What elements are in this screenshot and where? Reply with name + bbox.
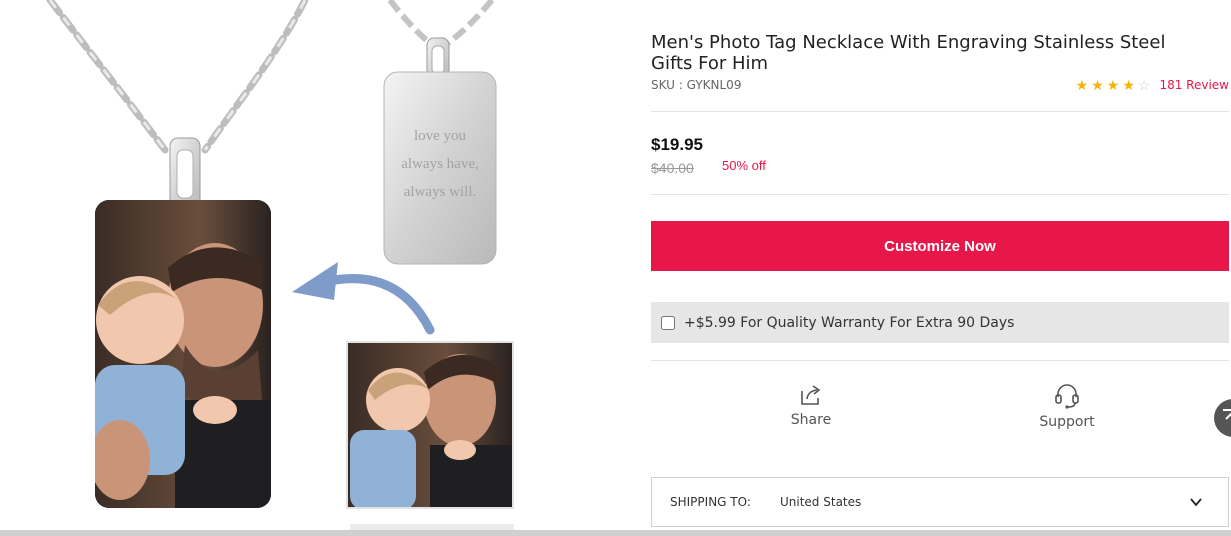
warranty-label[interactable]: +$5.99 For Quality Warranty For Extra 90… [684, 315, 1014, 331]
support-button[interactable]: Support [1007, 382, 1127, 430]
engraving-line-2: always have, [401, 156, 478, 172]
product-title: Men's Photo Tag Necklace With Engraving … [651, 32, 1166, 75]
star-empty-icon: ☆ [1137, 77, 1151, 93]
review-link[interactable]: 181 Review [1159, 78, 1229, 92]
horizontal-scrollbar[interactable] [0, 530, 1231, 536]
support-label: Support [1039, 414, 1095, 430]
star-icon: ★ [1091, 77, 1104, 93]
chevron-down-icon[interactable] [1188, 494, 1204, 510]
shipping-label: SHIPPING TO: [670, 495, 751, 509]
product-image[interactable]: love you always have, always will. [0, 0, 600, 536]
warranty-checkbox[interactable] [661, 315, 675, 330]
discount-badge: 50% off [722, 158, 766, 173]
star-icon: ★ [1106, 77, 1120, 93]
chain-left [46, 0, 309, 154]
share-label: Share [790, 412, 832, 428]
star-icon: ★ [1122, 77, 1135, 93]
divider [651, 194, 1229, 195]
share-button[interactable]: Share [751, 382, 871, 428]
shipping-selector[interactable]: SHIPPING TO: United States [651, 477, 1229, 527]
rating[interactable]: ★ ★ ★ ★ ☆ 181 Review [1076, 78, 1229, 92]
warranty-option[interactable]: +$5.99 For Quality Warranty For Extra 90… [651, 302, 1229, 343]
original-price: $40.00 [651, 160, 694, 176]
shipping-country: United States [780, 495, 862, 509]
product-photo-illustration: love you always have, always will. [46, 0, 514, 532]
customize-now-button[interactable]: Customize Now [651, 221, 1229, 271]
engraving-line-1: love you [414, 128, 467, 144]
share-icon [801, 385, 821, 405]
product-info-panel: Men's Photo Tag Necklace With Engraving … [651, 0, 1229, 536]
sku-label: SKU : GYKNL09 [651, 78, 742, 92]
engraving-line-3: always will. [404, 184, 477, 200]
arrow-up-icon [1223, 409, 1231, 426]
divider [651, 360, 1229, 361]
headset-icon [1055, 384, 1079, 409]
star-icon: ★ [1075, 77, 1089, 93]
current-price: $19.95 [651, 135, 703, 154]
divider [651, 111, 1229, 112]
